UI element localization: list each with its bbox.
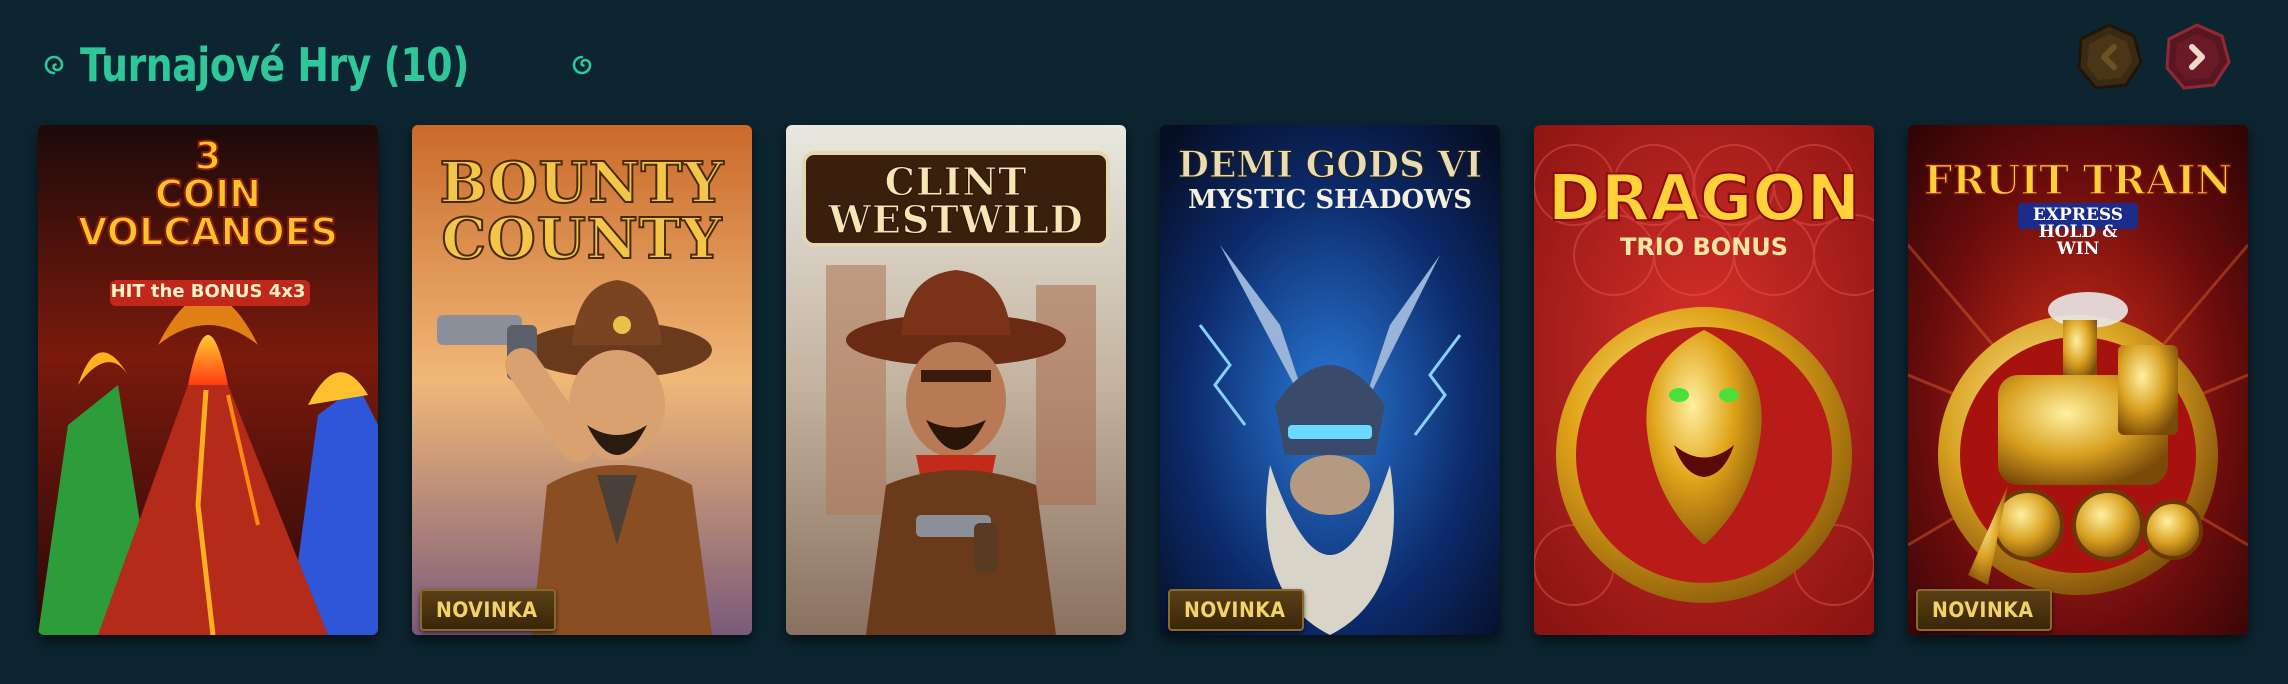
next-button[interactable] [2162, 22, 2232, 92]
chevron-right-icon [2165, 23, 2231, 90]
game-subtitle: EXPRESS HOLD & WIN [2032, 205, 2124, 259]
prev-button[interactable] [2074, 22, 2144, 92]
section-header: Turnajové Hry (10) [40, 30, 596, 100]
game-card-fruit-train-express[interactable]: FRUIT TRAIN EXPRESS HOLD & WIN NOVINKA [1908, 125, 2248, 635]
swirl-right-icon [568, 51, 596, 79]
section-title[interactable]: Turnajové Hry (10) [80, 38, 469, 92]
new-badge: NOVINKA [420, 589, 556, 631]
game-card-demi-gods-vi[interactable]: DEMI GODS VI MYSTIC SHADOWS NOVINKA [1160, 125, 1500, 635]
game-card-clint-westwild[interactable]: CLINT WESTWILD [786, 125, 1126, 635]
game-cards-row: 3 COIN VOLCANOES HIT the BONUS 4x3 BOUNT… [38, 125, 2248, 635]
game-title: 3 COIN VOLCANOES [77, 134, 339, 254]
game-card-3-coin-volcanoes[interactable]: 3 COIN VOLCANOES HIT the BONUS 4x3 [38, 125, 378, 635]
tournament-games-section: Turnajové Hry (10) 3 COIN VOLCANOES HIT … [0, 0, 2288, 684]
game-title: CLINT WESTWILD [828, 159, 1084, 242]
game-card-bounty-county[interactable]: BOUNTY COUNTY NOVINKA [412, 125, 752, 635]
swirl-left-icon [40, 51, 68, 79]
new-badge: NOVINKA [1168, 589, 1304, 631]
carousel-nav [2074, 22, 2232, 92]
game-subtitle: MYSTIC SHADOWS [1187, 185, 1473, 215]
game-title: BOUNTY COUNTY [439, 150, 725, 272]
game-title: DRAGON [1547, 162, 1861, 236]
game-subtitle: TRIO BONUS [1619, 233, 1789, 261]
chevron-left-icon [2077, 23, 2143, 90]
new-badge: NOVINKA [1916, 589, 2052, 631]
game-title: FRUIT TRAIN [1923, 157, 2233, 204]
game-title: DEMI GODS VI [1177, 144, 1483, 186]
game-subtitle: HIT the BONUS 4x3 [110, 281, 306, 302]
game-card-dragon-trio-bonus[interactable]: DRAGON TRIO BONUS [1534, 125, 1874, 635]
